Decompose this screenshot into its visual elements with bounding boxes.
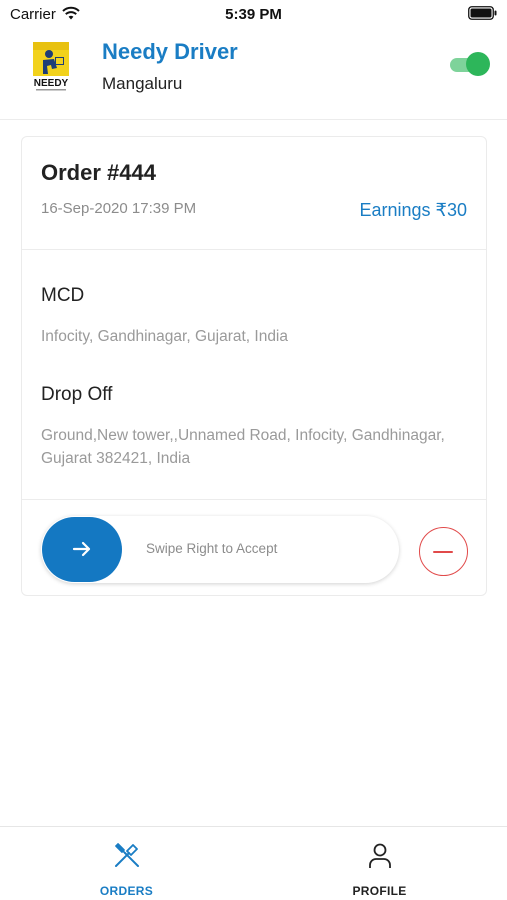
order-card-header: Order #444 16-Sep-2020 17:39 PM Earnings… bbox=[22, 137, 486, 250]
person-icon bbox=[369, 843, 391, 868]
swipe-handle[interactable] bbox=[42, 517, 122, 582]
drop-off-address: Ground,New tower,,Unnamed Road, Infocity… bbox=[41, 427, 445, 467]
status-bar: Carrier 5:39 PM bbox=[0, 0, 507, 30]
order-card[interactable]: Order #444 16-Sep-2020 17:39 PM Earnings… bbox=[21, 136, 487, 596]
minus-icon bbox=[433, 551, 453, 553]
arrow-right-icon bbox=[72, 541, 91, 557]
online-toggle[interactable] bbox=[450, 52, 490, 76]
order-date: 16-Sep-2020 17:39 PM bbox=[41, 200, 197, 217]
pickup-name: MCD bbox=[41, 285, 85, 306]
tab-orders-label: ORDERS bbox=[99, 884, 154, 898]
app-header: NEEDY Needy Driver Mangaluru bbox=[0, 30, 507, 120]
status-time: 5:39 PM bbox=[225, 6, 282, 23]
app-title: Needy Driver bbox=[102, 39, 238, 64]
screen: Carrier 5:39 PM NEEDY Needy Driver Manga… bbox=[0, 0, 507, 900]
pickup-address: Infocity, Gandhinagar, Gujarat, India bbox=[41, 328, 289, 345]
swipe-hint: Swipe Right to Accept bbox=[146, 541, 278, 556]
tab-profile[interactable]: PROFILE bbox=[253, 827, 506, 900]
divider bbox=[22, 499, 486, 500]
fork-knife-icon bbox=[115, 843, 139, 867]
city-label: Mangaluru bbox=[102, 74, 183, 93]
tab-orders[interactable]: ORDERS bbox=[0, 827, 253, 900]
tab-bar: ORDERS PROFILE bbox=[0, 826, 507, 900]
swipe-to-accept-slider[interactable]: Swipe Right to Accept bbox=[41, 516, 399, 583]
drop-off-label: Drop Off bbox=[41, 384, 113, 405]
order-title: Order #444 bbox=[41, 160, 156, 185]
toggle-knob bbox=[466, 52, 490, 76]
needy-logo: NEEDY bbox=[33, 42, 69, 91]
tab-profile-label: PROFILE bbox=[352, 884, 407, 898]
earnings-label: Earnings ₹30 bbox=[359, 200, 467, 220]
svg-text:NEEDY: NEEDY bbox=[34, 78, 69, 89]
battery-icon bbox=[468, 6, 497, 20]
reject-button[interactable] bbox=[419, 527, 468, 576]
